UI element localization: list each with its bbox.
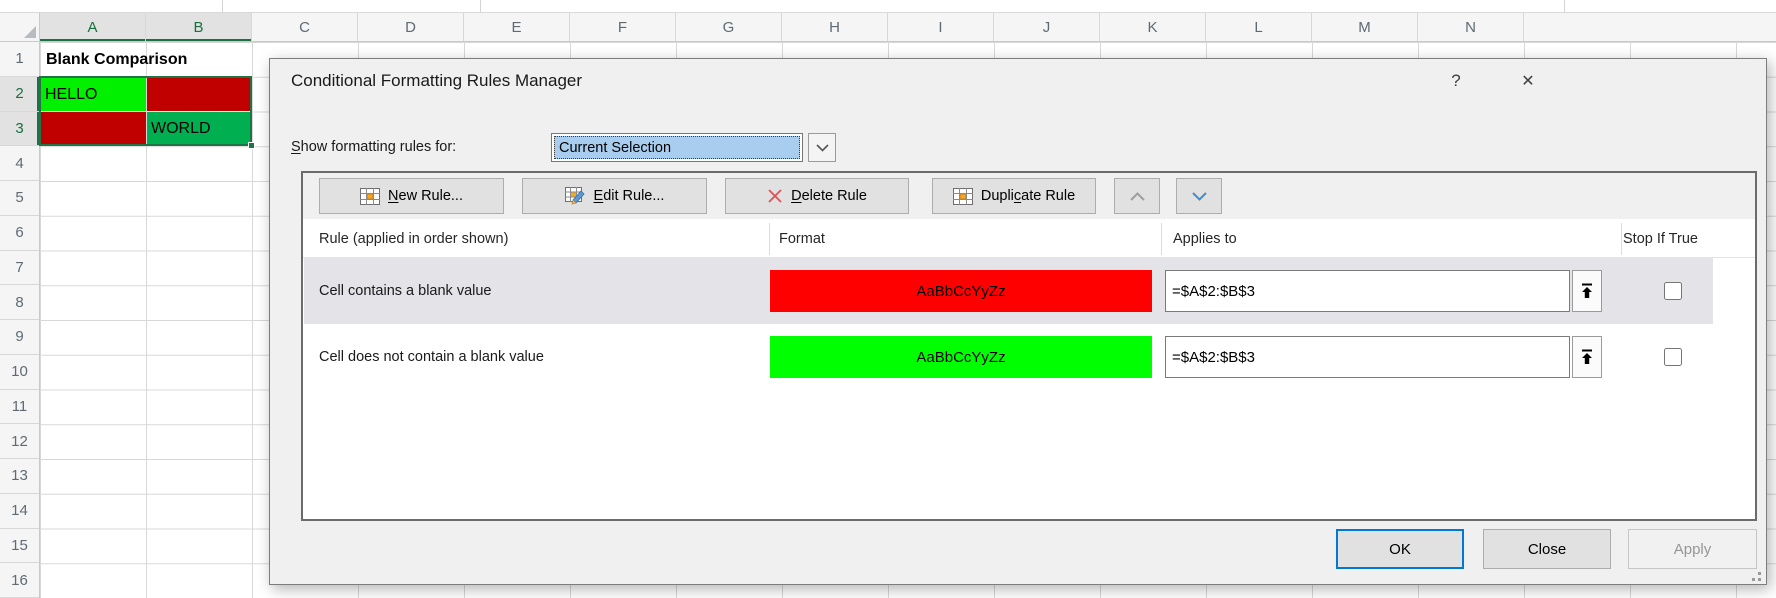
applies-to-input[interactable] [1165, 336, 1570, 378]
show-rules-dropdown-button[interactable] [808, 133, 836, 162]
duplicate-rule-table-icon [953, 188, 973, 205]
column-header-rule: Rule (applied in order shown) [319, 223, 508, 255]
formula-bar-divider-2 [1564, 0, 1565, 13]
column-header[interactable]: F [570, 13, 676, 41]
stop-if-true-checkbox[interactable] [1664, 348, 1682, 366]
header-divider [1161, 223, 1162, 255]
column-header[interactable]: K [1100, 13, 1206, 41]
delete-rule-label: Delete Rule [791, 188, 867, 204]
move-rule-up-button[interactable] [1114, 178, 1160, 214]
row-header[interactable]: 14 [0, 494, 39, 529]
duplicate-rule-button[interactable]: Duplicate Rule [932, 178, 1096, 214]
column-header[interactable]: M [1312, 13, 1418, 41]
collapse-dialog-arrow-icon [1580, 349, 1594, 365]
show-rules-label-rest: how formatting rules for: [301, 139, 457, 155]
chevron-down-icon [816, 144, 829, 152]
row-header[interactable]: 16 [0, 563, 39, 598]
column-header-stop-if-true: Stop If True [1623, 223, 1698, 255]
column-header[interactable]: J [994, 13, 1100, 41]
row-header[interactable]: 5 [0, 181, 39, 216]
help-icon[interactable]: ? [1442, 67, 1470, 95]
stop-if-true-checkbox[interactable] [1664, 282, 1682, 300]
cell-a1[interactable]: Blank Comparison [42, 44, 252, 76]
range-picker-button[interactable] [1572, 336, 1602, 378]
header-divider [769, 223, 770, 255]
delete-rule-button[interactable]: Delete Rule [725, 178, 909, 214]
rule-row-selected[interactable]: Cell contains a blank value AaBbCcYyZz [304, 258, 1713, 324]
dialog-title: Conditional Formatting Rules Manager [291, 71, 582, 91]
move-rule-down-button[interactable] [1176, 178, 1222, 214]
column-header[interactable]: H [782, 13, 888, 41]
column-header[interactable]: N [1418, 13, 1524, 41]
row-header[interactable]: 7 [0, 251, 39, 286]
formula-bar-strip [0, 0, 1776, 13]
column-header-format: Format [779, 223, 825, 255]
row-header[interactable]: 15 [0, 529, 39, 564]
rule-name: Cell contains a blank value [319, 258, 492, 324]
column-header[interactable]: A [40, 13, 146, 41]
formula-bar-divider [480, 0, 481, 13]
column-headers: ABCDEFGHIJKLMN [40, 13, 1776, 42]
row-header[interactable]: 10 [0, 355, 39, 390]
row-header[interactable]: 8 [0, 285, 39, 320]
column-header[interactable]: C [252, 13, 358, 41]
select-all-triangle-icon [24, 26, 36, 38]
close-icon[interactable]: ✕ [1513, 67, 1543, 95]
delete-rule-x-icon [767, 188, 783, 204]
row-header[interactable]: 6 [0, 216, 39, 251]
row-header[interactable]: 11 [0, 390, 39, 425]
row-header[interactable]: 3 [0, 112, 39, 147]
edit-rule-button[interactable]: Edit Rule... [522, 178, 707, 214]
cell-a3[interactable] [41, 112, 146, 145]
select-all-corner[interactable] [0, 13, 40, 42]
column-header[interactable]: E [464, 13, 570, 41]
row-header[interactable]: 9 [0, 320, 39, 355]
cell-b3[interactable]: WORLD [147, 112, 252, 145]
column-header[interactable]: I [888, 13, 994, 41]
rules-list: Rule (applied in order shown) Format App… [303, 219, 1755, 519]
fill-handle[interactable] [248, 142, 255, 149]
duplicate-rule-label: Duplicate Rule [981, 188, 1075, 204]
row-header[interactable]: 13 [0, 459, 39, 494]
column-header[interactable]: D [358, 13, 464, 41]
name-box-divider [222, 0, 223, 13]
format-preview: AaBbCcYyZz [770, 336, 1152, 378]
applies-to-input[interactable] [1165, 270, 1570, 312]
format-preview: AaBbCcYyZz [770, 270, 1152, 312]
ok-button[interactable]: OK [1336, 529, 1464, 569]
new-rule-table-icon [360, 188, 380, 205]
resize-grip[interactable] [1747, 567, 1761, 581]
show-rules-label: Show formatting rules for: [291, 139, 456, 155]
range-picker-button[interactable] [1572, 270, 1602, 312]
chevron-up-icon [1130, 192, 1145, 201]
show-rules-label-mnemonic: S [291, 139, 301, 155]
rule-name: Cell does not contain a blank value [319, 324, 544, 390]
row-header[interactable]: 1 [0, 42, 39, 77]
new-rule-label: New Rule... [388, 188, 463, 204]
show-rules-dropdown[interactable]: Current Selection [551, 133, 803, 162]
apply-button-disabled: Apply [1628, 529, 1757, 569]
header-divider [1621, 223, 1622, 255]
column-header[interactable]: B [146, 13, 252, 41]
chevron-down-icon [1192, 192, 1207, 201]
close-button[interactable]: Close [1483, 529, 1611, 569]
column-header[interactable]: G [676, 13, 782, 41]
row-headers: 12345678910111213141516 [0, 42, 40, 598]
row-header[interactable]: 4 [0, 146, 39, 181]
show-rules-dropdown-value: Current Selection [554, 136, 800, 159]
conditional-formatting-rules-manager-dialog: Conditional Formatting Rules Manager ? ✕… [269, 58, 1767, 585]
collapse-dialog-arrow-icon [1580, 283, 1594, 299]
row-header[interactable]: 12 [0, 424, 39, 459]
edit-rule-pencil-icon [565, 187, 586, 205]
cell-a2[interactable]: HELLO [41, 78, 146, 111]
cell-b2[interactable] [147, 78, 252, 111]
row-header[interactable]: 2 [0, 77, 39, 112]
edit-rule-label: Edit Rule... [594, 188, 665, 204]
new-rule-button[interactable]: New Rule... [319, 178, 504, 214]
rule-row[interactable]: Cell does not contain a blank value AaBb… [304, 324, 1713, 390]
column-header[interactable]: L [1206, 13, 1312, 41]
column-header-applies-to: Applies to [1173, 223, 1237, 255]
